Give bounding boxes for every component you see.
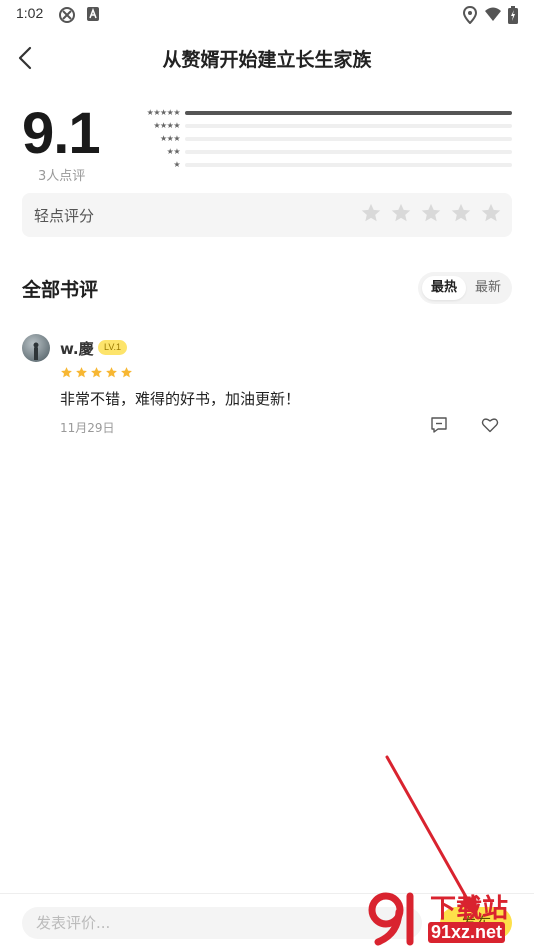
sort-hot-tab[interactable]: 最热: [422, 276, 466, 300]
distribution-stars-icon: ★★★★: [153, 121, 180, 130]
a-badge-icon: [87, 7, 99, 21]
review-star-icon: [121, 367, 132, 378]
distribution-row: ★★★★: [120, 121, 520, 131]
distribution-row: ★: [120, 160, 520, 170]
review-star-rating: [60, 366, 133, 379]
user-level-badge: LV.1: [98, 340, 128, 355]
header: 从赘婿开始建立长生家族: [0, 36, 534, 80]
sync-icon: [59, 7, 75, 23]
rate-star-icon[interactable]: [390, 202, 412, 224]
status-time: 1:02: [16, 5, 44, 21]
status-bar: 1:02: [0, 0, 534, 28]
review-star-icon: [76, 367, 87, 378]
watermark-logo-icon: [368, 892, 414, 946]
comment-input[interactable]: [22, 907, 422, 939]
distribution-bar-track: [185, 163, 512, 167]
review-star-icon: [91, 367, 102, 378]
distribution-bar-track: [185, 150, 512, 154]
tap-to-rate-panel: 轻点评分: [22, 193, 512, 237]
distribution-bar-track: [185, 137, 512, 141]
rating-score: 9.1: [22, 101, 101, 166]
distribution-row: ★★★: [120, 134, 520, 144]
tap-to-rate-label: 轻点评分: [34, 207, 95, 225]
review-username[interactable]: w.慶: [60, 338, 94, 359]
rate-star-group: [360, 202, 502, 224]
rate-star-icon[interactable]: [360, 202, 382, 224]
distribution-bar-track: [185, 111, 512, 115]
sort-new-tab[interactable]: 最新: [466, 276, 510, 300]
rate-star-icon[interactable]: [420, 202, 442, 224]
heart-icon[interactable]: [481, 416, 499, 434]
review-text: 非常不错，难得的好书，加油更新！: [60, 390, 301, 408]
review-star-icon: [61, 367, 72, 378]
wifi-icon: [485, 7, 501, 21]
comment-icon[interactable]: [430, 416, 448, 434]
rating-count: 3人点评: [38, 169, 86, 184]
distribution-stars-icon: ★★★: [159, 134, 181, 143]
review-star-icon: [106, 367, 117, 378]
distribution-row: ★★★★★: [120, 108, 520, 118]
distribution-stars-icon: ★★★★★: [146, 108, 181, 117]
distribution-stars-icon: ★: [173, 160, 180, 169]
review-date: 11月29日: [60, 421, 115, 435]
watermark-title: 下载站: [430, 894, 509, 924]
sort-toggle: 最热 最新: [418, 272, 512, 304]
distribution-row: ★★: [120, 147, 520, 157]
avatar-image: [33, 342, 39, 360]
watermark: 下载站 91xz.net: [366, 888, 532, 948]
battery-icon: [508, 6, 518, 24]
watermark-domain: 91xz.net: [428, 922, 506, 943]
reviews-section-title: 全部书评: [22, 279, 99, 301]
rate-star-icon[interactable]: [450, 202, 472, 224]
rate-star-icon[interactable]: [480, 202, 502, 224]
page-title: 从赘婿开始建立长生家族: [162, 49, 372, 71]
distribution-bar-fill: [185, 111, 512, 115]
review-item: w.慶 LV.1 非常不错，难得的好书，加油更新！ 11月29日: [22, 334, 512, 444]
distribution-stars-icon: ★★: [166, 147, 181, 156]
distribution-bar-track: [185, 124, 512, 128]
location-icon: [463, 6, 477, 24]
avatar[interactable]: [22, 334, 50, 362]
